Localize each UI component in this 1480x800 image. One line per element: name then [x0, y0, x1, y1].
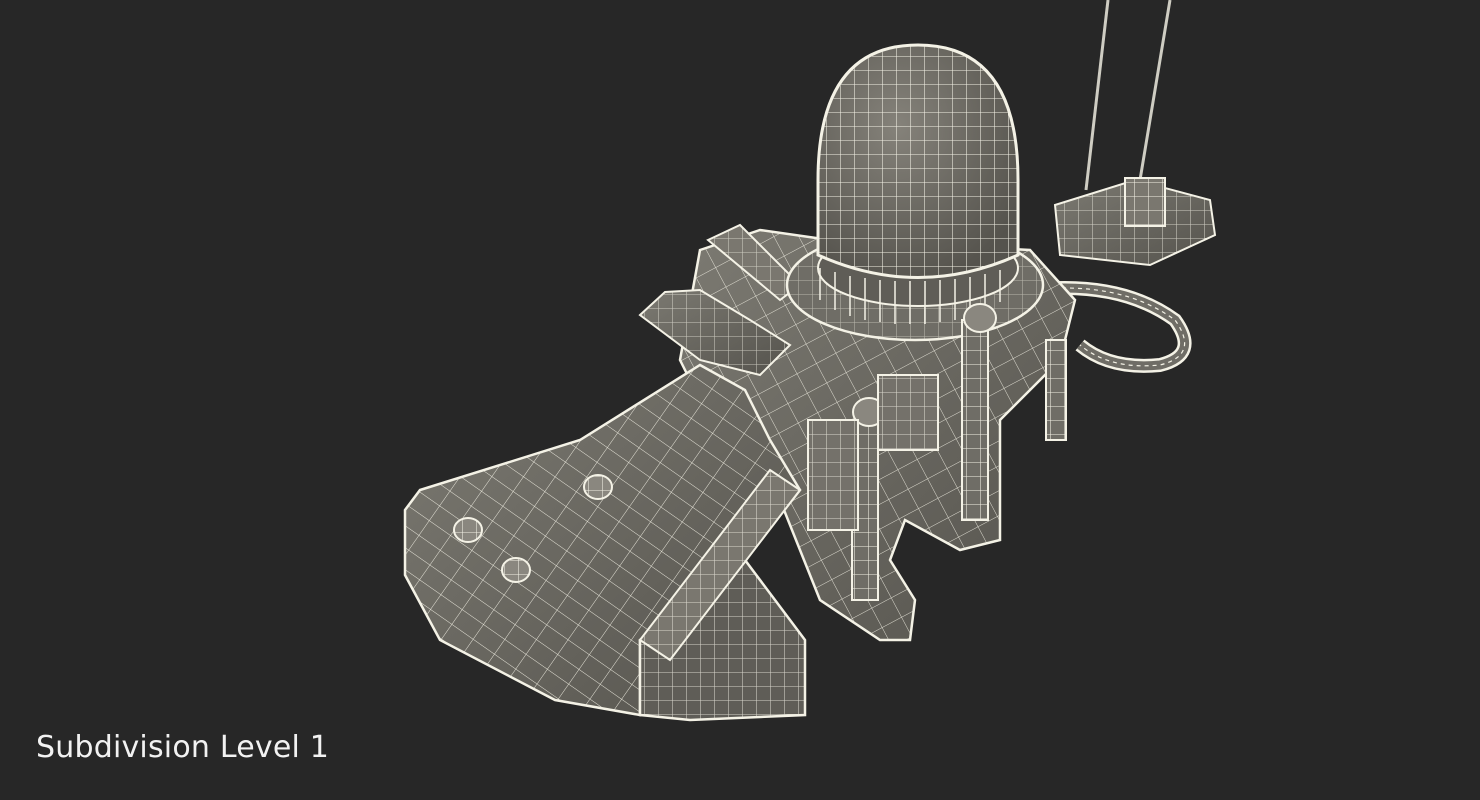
equipment-box-upper — [877, 374, 939, 451]
antenna-mast-left — [1084, 0, 1110, 191]
wireframe-model — [403, 0, 1217, 722]
vent-hatch-3 — [583, 474, 613, 500]
render-viewport: Subdivision Level 1 — [0, 0, 1480, 800]
radar-dome — [816, 43, 1020, 279]
deck-platform-right — [1053, 177, 1217, 267]
subdivision-level-label: Subdivision Level 1 — [36, 730, 330, 765]
vent-hatch-2 — [501, 557, 531, 583]
vent-hatch-1 — [453, 517, 483, 543]
antenna-mast-right — [1138, 0, 1172, 181]
equipment-box-lower — [807, 419, 859, 531]
post-right — [1045, 339, 1067, 441]
